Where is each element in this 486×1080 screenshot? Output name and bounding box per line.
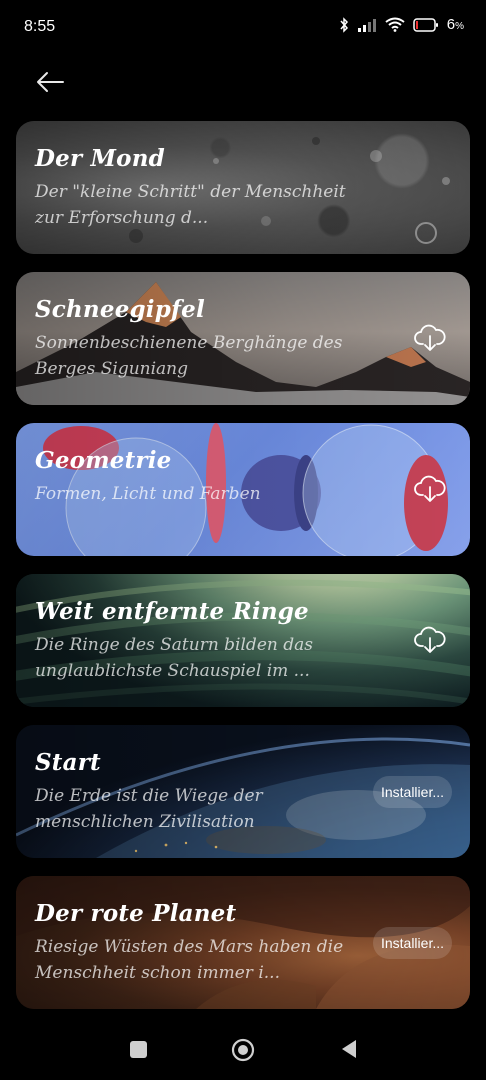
download-button[interactable]	[412, 472, 448, 508]
recent-apps-button[interactable]	[130, 1041, 147, 1058]
cloud-download-icon	[414, 626, 446, 653]
card-description: Die Erde ist die Wiege der menschlichen …	[35, 786, 263, 832]
card-description: Der "kleine Schritt" der Menschheit zur …	[35, 182, 346, 228]
theme-card-rings[interactable]: Weit entfernte Ringe Die Ringe des Satur…	[16, 574, 470, 707]
card-title: Weit entfernte Ringe	[35, 598, 309, 625]
card-description: Sonnenbeschienene Berghänge des Berges S…	[35, 333, 343, 379]
battery-icon	[413, 17, 439, 32]
cloud-download-icon	[414, 324, 446, 351]
theme-list: Der Mond Der "kleine Schritt" der Mensch…	[16, 121, 470, 1027]
card-description: Die Ringe des Saturn bilden das unglaubl…	[35, 635, 313, 681]
card-title: Geometrie	[35, 447, 172, 474]
theme-card-mars[interactable]: Der rote Planet Riesige Wüsten des Mars …	[16, 876, 470, 1009]
install-button[interactable]: Installier...	[372, 775, 452, 808]
download-button[interactable]	[412, 321, 448, 357]
bluetooth-icon	[339, 16, 349, 33]
status-time: 8:55	[24, 18, 56, 35]
cloud-download-icon	[414, 475, 446, 502]
theme-card-moon[interactable]: Der Mond Der "kleine Schritt" der Mensch…	[16, 121, 470, 254]
back-button[interactable]	[32, 64, 68, 100]
home-icon	[231, 1038, 255, 1062]
wifi-icon	[385, 17, 405, 32]
theme-card-earth[interactable]: Start Die Erde ist die Wiege der menschl…	[16, 725, 470, 858]
signal-icon	[357, 18, 377, 32]
card-title: Schneegipfel	[35, 296, 205, 323]
card-title: Der rote Planet	[35, 900, 237, 927]
theme-card-mountain[interactable]: Schneegipfel Sonnenbeschienene Berghänge…	[16, 272, 470, 405]
card-description: Formen, Licht und Farben	[35, 484, 261, 504]
theme-card-geometry[interactable]: Geometrie Formen, Licht und Farben	[16, 423, 470, 556]
back-arrow-icon	[37, 72, 64, 92]
card-description: Riesige Wüsten des Mars haben die Mensch…	[35, 937, 344, 983]
status-icons: 6%	[339, 16, 464, 33]
nav-back-button[interactable]	[340, 1039, 358, 1059]
home-button[interactable]	[231, 1038, 255, 1062]
card-title: Start	[35, 749, 101, 776]
status-bar: 8:55 6%	[0, 0, 486, 56]
back-triangle-icon	[342, 1040, 356, 1058]
card-title: Der Mond	[35, 145, 165, 172]
battery-percent: 6%	[446, 16, 464, 33]
install-button[interactable]: Installier...	[372, 926, 452, 959]
download-button[interactable]	[412, 623, 448, 659]
